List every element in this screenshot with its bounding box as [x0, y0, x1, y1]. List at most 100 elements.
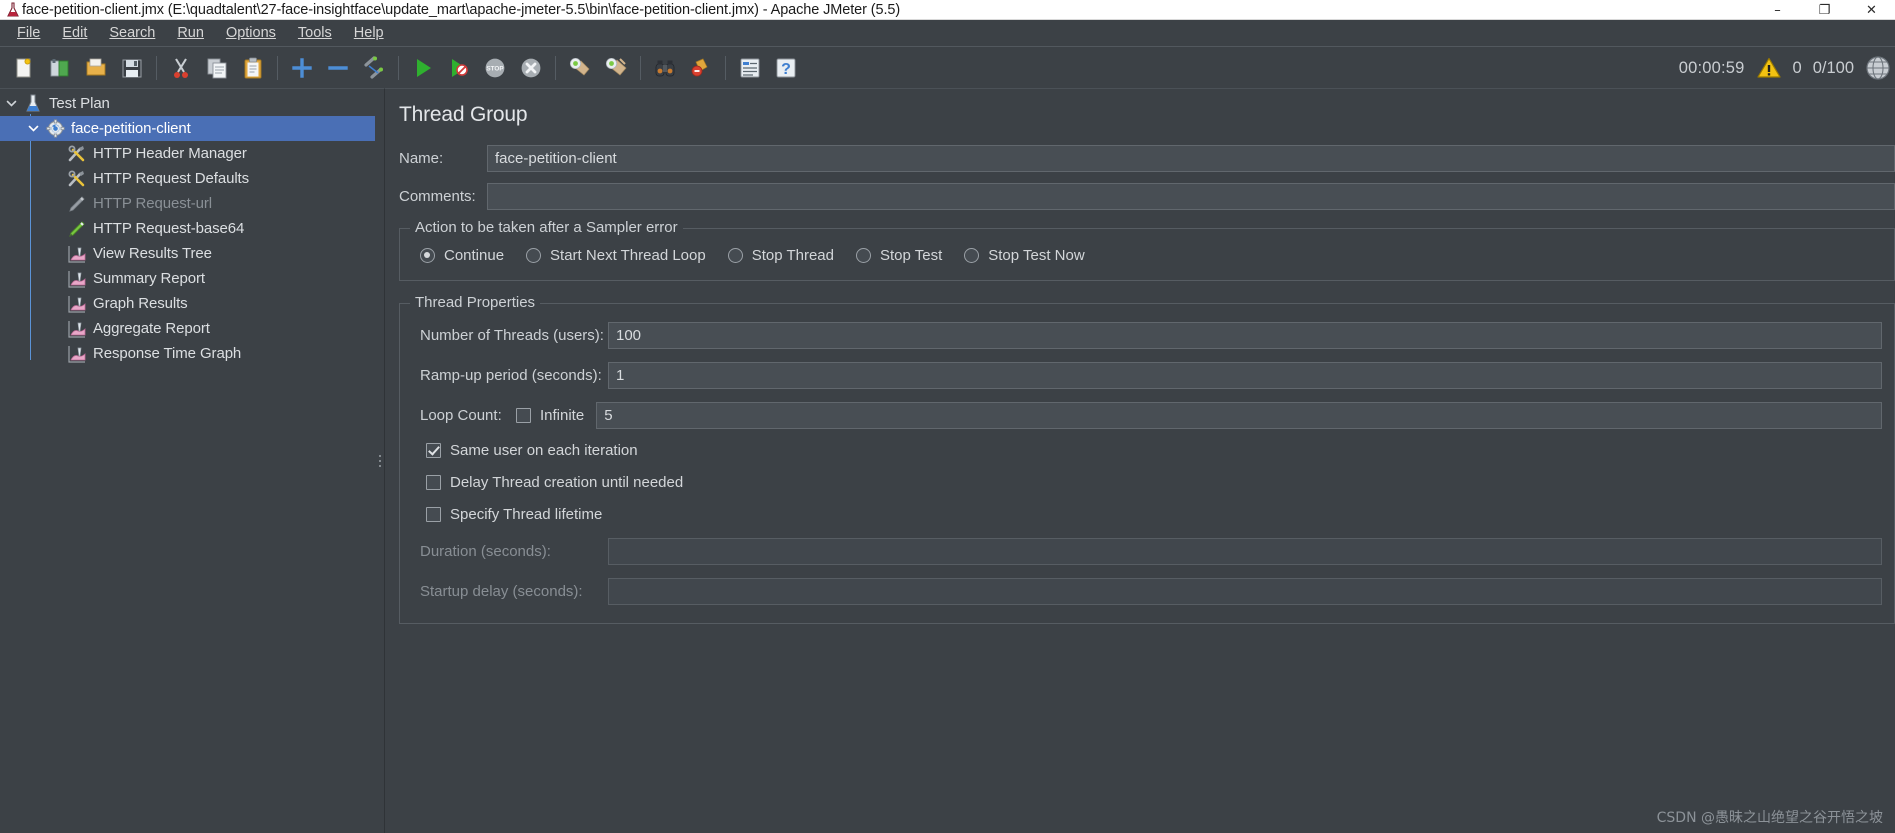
menu-bar: File Edit Search Run Options Tools Help	[0, 20, 1895, 46]
tree-item-aggregate-report[interactable]: Aggregate Report	[0, 316, 375, 341]
startup-delay-label: Startup delay (seconds):	[420, 583, 583, 600]
config-tools-icon	[66, 143, 88, 165]
open-folder-icon[interactable]	[79, 51, 113, 85]
comments-row: Comments:	[399, 183, 1895, 210]
duration-input[interactable]	[608, 538, 1882, 565]
panel-splitter[interactable]	[375, 88, 384, 833]
splitter-grip-icon	[378, 455, 381, 467]
menu-options-label: Options	[225, 25, 276, 41]
tree-item-http-request-url[interactable]: HTTP Request-url	[0, 191, 375, 216]
tree-item-face-petition-client[interactable]: face-petition-client	[0, 116, 375, 141]
startup-delay-row: Startup delay (seconds):	[412, 578, 1882, 605]
help-icon[interactable]: ?	[769, 51, 803, 85]
page-title: Thread Group	[399, 103, 528, 126]
specify-thread-lifetime-checkbox[interactable]	[426, 507, 441, 522]
comments-input[interactable]	[487, 183, 1895, 210]
menu-tools[interactable]: Tools	[287, 22, 343, 44]
loop-count-input[interactable]	[596, 402, 1882, 429]
tree-item-label: HTTP Request-base64	[93, 220, 245, 237]
sampler-error-group: Action to be taken after a Sampler error…	[399, 219, 1895, 281]
test-plan-tree[interactable]: Test Plan face-petition-client HTTP Head…	[0, 88, 375, 833]
menu-edit[interactable]: Edit	[51, 22, 98, 44]
name-input[interactable]	[487, 145, 1895, 172]
tree-item-view-results-tree[interactable]: View Results Tree	[0, 241, 375, 266]
clear-all-icon[interactable]	[599, 51, 633, 85]
menu-search[interactable]: Search	[98, 22, 166, 44]
globe-icon[interactable]	[1865, 55, 1891, 81]
shutdown-icon[interactable]	[514, 51, 548, 85]
save-icon[interactable]	[115, 51, 149, 85]
listener-icon	[66, 268, 88, 290]
minimize-button[interactable]: –	[1754, 0, 1801, 20]
menu-help[interactable]: Help	[343, 22, 395, 44]
menu-file[interactable]: File	[6, 22, 51, 44]
stop-icon[interactable]: STOP	[478, 51, 512, 85]
radio-start-next-thread-loop-indicator[interactable]	[526, 248, 542, 263]
clear-icon[interactable]	[563, 51, 597, 85]
expand-plus-icon[interactable]	[285, 51, 319, 85]
delay-thread-creation-row[interactable]: Delay Thread creation until needed	[412, 474, 1882, 491]
search-binoculars-icon[interactable]	[648, 51, 682, 85]
menu-tools-label: Tools	[297, 25, 332, 41]
radio-stop-test-now-indicator[interactable]	[964, 248, 980, 263]
radio-stop-thread-indicator[interactable]	[727, 248, 743, 263]
open-template-icon[interactable]	[43, 51, 77, 85]
infinite-checkbox[interactable]	[516, 408, 531, 423]
toggle-enable-icon[interactable]	[357, 51, 391, 85]
radio-continue-label: Continue	[444, 247, 505, 264]
radio-stop-thread[interactable]: Stop Thread	[727, 247, 834, 264]
radio-continue[interactable]: Continue	[420, 247, 504, 264]
chevron-down-icon[interactable]	[0, 91, 22, 116]
tree-item-label: Graph Results	[93, 295, 188, 312]
collapse-minus-icon[interactable]	[321, 51, 355, 85]
svg-text:?: ?	[781, 61, 791, 78]
start-no-timers-icon[interactable]	[442, 51, 476, 85]
cut-scissors-icon[interactable]	[164, 51, 198, 85]
infinite-checkbox-wrap[interactable]: Infinite	[516, 407, 584, 424]
tree-item-summary-report[interactable]: Summary Report	[0, 266, 375, 291]
startup-delay-input[interactable]	[608, 578, 1882, 605]
tree-item-label: Summary Report	[93, 270, 205, 287]
specify-thread-lifetime-row[interactable]: Specify Thread lifetime	[412, 506, 1882, 523]
copy-icon[interactable]	[200, 51, 234, 85]
tree-item-http-request-defaults[interactable]: HTTP Request Defaults	[0, 166, 375, 191]
ramp-up-period-row: Ramp-up period (seconds):	[412, 362, 1882, 389]
tree-item-test-plan[interactable]: Test Plan	[0, 91, 375, 116]
menu-edit-label: Edit	[62, 25, 88, 41]
ramp-up-period-input[interactable]	[608, 362, 1882, 389]
function-helper-icon[interactable]	[733, 51, 767, 85]
chevron-down-icon[interactable]	[22, 116, 44, 141]
start-play-icon[interactable]	[406, 51, 440, 85]
menu-run[interactable]: Run	[166, 22, 215, 44]
radio-continue-indicator[interactable]	[420, 248, 435, 263]
radio-stop-test-label: Stop Test	[879, 247, 943, 264]
sampler-icon-disabled	[66, 193, 88, 215]
loop-count-row: Loop Count: Infinite	[412, 402, 1882, 429]
close-button[interactable]: ✕	[1848, 0, 1895, 20]
same-user-checkbox[interactable]	[426, 443, 441, 458]
new-file-icon[interactable]	[7, 51, 41, 85]
tree-item-http-header-manager[interactable]: HTTP Header Manager	[0, 141, 375, 166]
tree-item-response-time-graph[interactable]: Response Time Graph	[0, 341, 375, 366]
tree-item-graph-results[interactable]: Graph Results	[0, 291, 375, 316]
delay-thread-creation-checkbox[interactable]	[426, 475, 441, 490]
warning-triangle-icon[interactable]	[1756, 56, 1782, 80]
delay-thread-creation-label: Delay Thread creation until needed	[450, 474, 684, 491]
menu-file-label: File	[17, 25, 41, 41]
maximize-button[interactable]: ❐	[1801, 0, 1848, 20]
number-of-threads-input[interactable]	[608, 322, 1882, 349]
tree-item-http-request-base64[interactable]: HTTP Request-base64	[0, 216, 375, 241]
radio-stop-test-indicator[interactable]	[855, 248, 871, 263]
radio-stop-test[interactable]: Stop Test	[855, 247, 943, 264]
active-threads-count: 0/100	[1812, 58, 1854, 77]
name-label: Name:	[399, 150, 444, 167]
radio-stop-test-now[interactable]: Stop Test Now	[964, 247, 1085, 264]
menu-options[interactable]: Options	[215, 22, 287, 44]
same-user-label: Same user on each iteration	[450, 442, 638, 459]
search-reset-icon[interactable]	[684, 51, 718, 85]
toolbar-separator	[156, 55, 157, 80]
radio-start-next-thread-loop[interactable]: Start Next Thread Loop	[526, 247, 706, 264]
same-user-row[interactable]: Same user on each iteration	[412, 442, 1882, 459]
listener-icon	[66, 318, 88, 340]
paste-clipboard-icon[interactable]	[236, 51, 270, 85]
